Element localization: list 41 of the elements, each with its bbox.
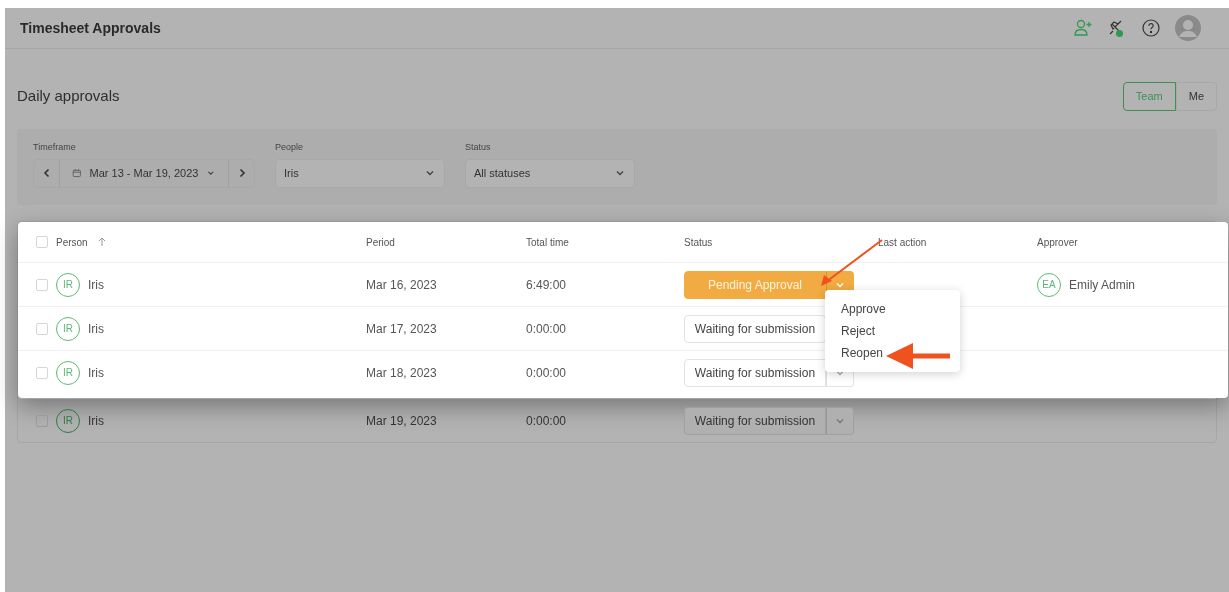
annotation-arrow (886, 341, 952, 371)
checkbox[interactable] (36, 366, 48, 379)
menu-item[interactable]: Reject (825, 320, 960, 342)
column-header: Status (684, 235, 714, 250)
status-button[interactable]: Waiting for submission (684, 406, 826, 435)
total-time-text: 0:00:00 (526, 364, 568, 382)
person-name: Iris (88, 320, 104, 338)
filter-label: Timeframe (33, 141, 77, 154)
person-name: Iris (88, 276, 104, 294)
period-text: Mar 17, 2023 (366, 320, 438, 338)
person-name: Iris (88, 412, 104, 430)
status-dropdown[interactable]: All statuses (465, 158, 635, 188)
total-time-text: 0:00:00 (526, 320, 568, 338)
total-time-text: 6:49:00 (526, 276, 568, 294)
filter-label: People (275, 141, 305, 154)
status-button[interactable]: Waiting for submission (684, 358, 826, 387)
avatar-icon[interactable] (1175, 15, 1201, 41)
add-user-icon[interactable] (1073, 18, 1093, 38)
checkbox[interactable] (36, 278, 48, 291)
table-row[interactable]: IR Iris Mar 19, 2023 0:00:00 Waiting for submission (18, 398, 1216, 442)
person-name: Iris (88, 364, 104, 382)
column-header: Period (366, 235, 396, 250)
status-button[interactable]: Waiting for submission (684, 314, 826, 343)
filter-label: Status (465, 141, 492, 154)
page-title: Timesheet Approvals (20, 18, 161, 38)
column-header: Last action (878, 235, 928, 250)
column-header: Total time (526, 235, 570, 250)
checkbox[interactable] (36, 236, 48, 248)
checkbox[interactable] (36, 322, 48, 335)
column-header: Approver (1037, 235, 1079, 250)
total-time-text: 0:00:00 (526, 412, 568, 430)
period-text: Mar 18, 2023 (366, 364, 438, 382)
period-text: Mar 19, 2023 (366, 412, 438, 430)
help-icon[interactable] (1141, 18, 1161, 38)
people-dropdown[interactable]: Iris (275, 158, 445, 188)
section-title: Daily approvals (17, 86, 120, 107)
view-tab[interactable]: Me (1175, 82, 1217, 111)
period-text: Mar 16, 2023 (366, 276, 438, 294)
calendar-icon (72, 167, 82, 179)
approver-name: Emily Admin (1069, 276, 1136, 294)
column-header[interactable]: Person (56, 234, 88, 250)
